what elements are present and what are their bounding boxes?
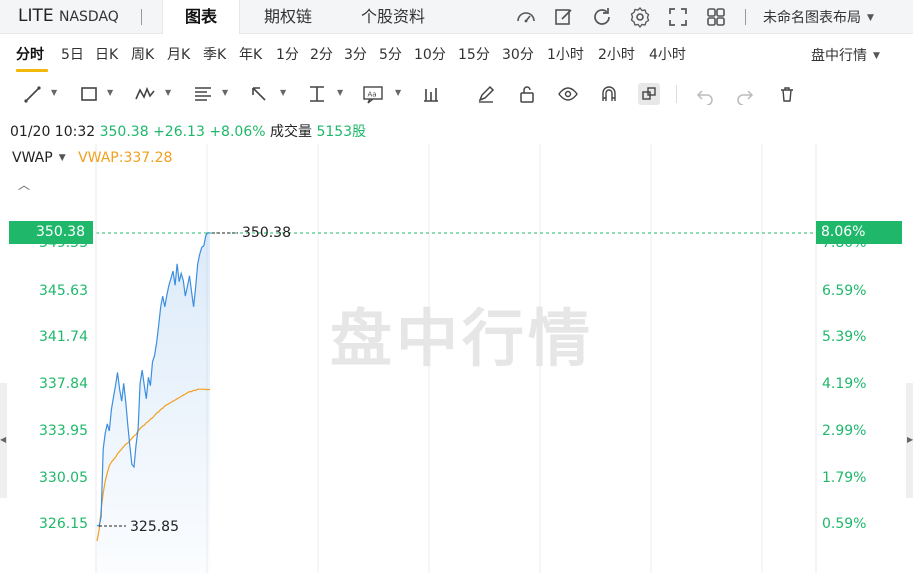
indicator-selector[interactable]: VWAP ▼ (12, 150, 66, 166)
quote-volume: 5153股 (316, 124, 367, 140)
quote-info: 01/20 10:32 350.38 +26.13 +8.06% 成交量 515… (10, 121, 366, 141)
last-price-label: 350.38 (9, 221, 93, 244)
scroll-left-handle[interactable]: ◀ (0, 383, 7, 498)
y-tick-left: 333.95 (39, 423, 88, 439)
y-tick-left: 337.84 (39, 376, 88, 392)
chevron-right-icon: ▶ (907, 435, 913, 444)
vwap-value: VWAP:337.28 (78, 150, 173, 166)
indicator-name: VWAP (12, 150, 53, 166)
y-tick-right: 5.39% (822, 329, 867, 345)
caret-down-icon: ▼ (58, 153, 66, 163)
y-tick-right: 1.79% (822, 470, 867, 486)
high-annotation: 350.38 (242, 225, 291, 241)
y-tick-left: 341.74 (39, 329, 88, 345)
y-tick-right: 6.59% (822, 283, 867, 299)
y-tick-left: 345.63 (39, 283, 88, 299)
low-annotation: 325.85 (130, 519, 179, 535)
last-pct-label: 8.06% (816, 221, 902, 244)
quote-change: +26.13 (153, 124, 205, 140)
scroll-right-handle[interactable]: ▶ (906, 383, 913, 498)
indicator-row: VWAP ▼ VWAP:337.28 (12, 150, 172, 166)
quote-change-pct: +8.06% (209, 124, 266, 140)
chevron-left-icon: ◀ (0, 435, 7, 444)
y-tick-left: 330.05 (39, 470, 88, 486)
y-tick-left: 326.15 (39, 516, 88, 532)
y-tick-right: 0.59% (822, 516, 867, 532)
collapse-icon[interactable]: ︿ (18, 176, 30, 193)
volume-label: 成交量 (270, 124, 312, 140)
quote-price: 350.38 (99, 124, 149, 140)
y-tick-right: 4.19% (822, 376, 867, 392)
chart-canvas[interactable] (0, 0, 913, 573)
watermark: 盘中行情 (330, 302, 595, 375)
y-tick-right: 2.99% (822, 423, 867, 439)
quote-datetime: 01/20 10:32 (10, 124, 96, 140)
